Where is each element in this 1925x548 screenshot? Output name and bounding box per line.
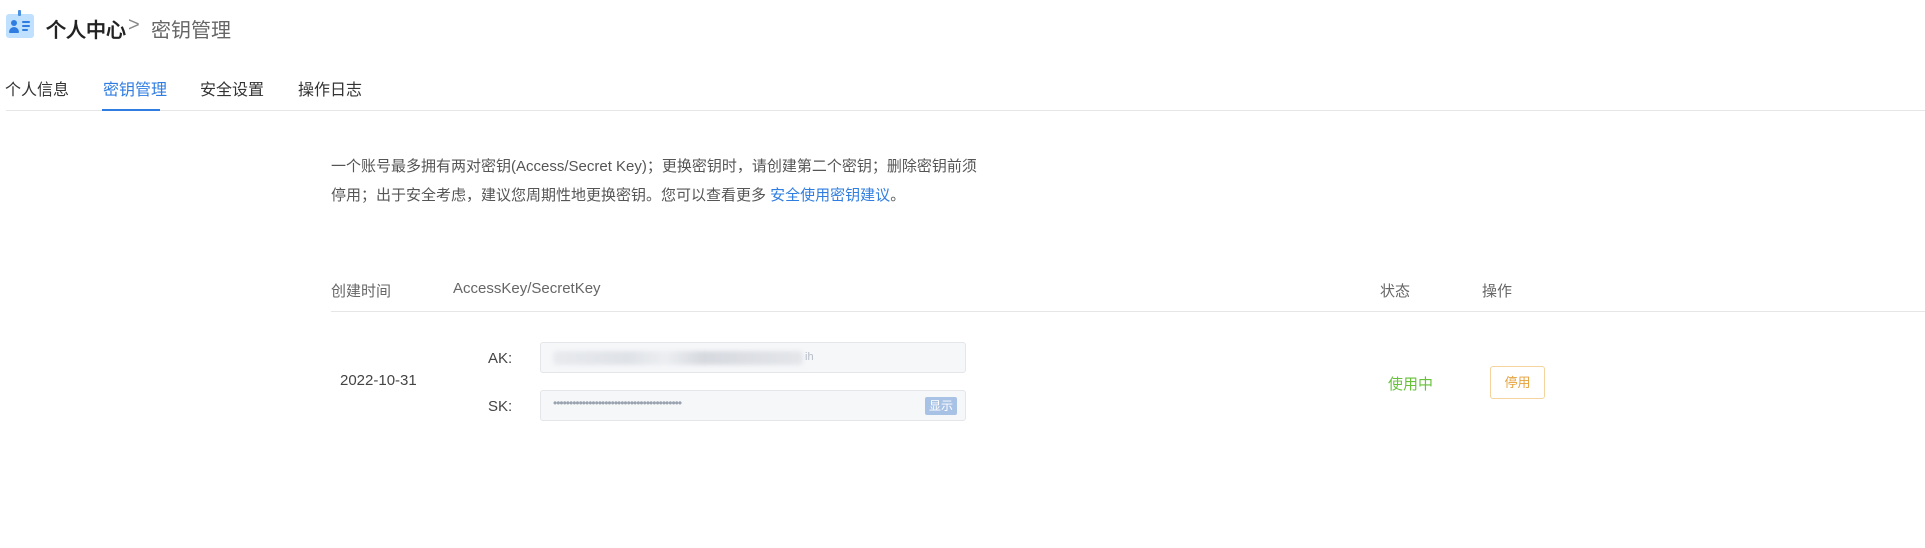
- tab-key-management[interactable]: 密钥管理: [103, 76, 167, 100]
- show-secret-button[interactable]: 显示: [924, 397, 957, 415]
- disable-key-button[interactable]: 停用: [1490, 366, 1545, 399]
- id-card-icon: [6, 10, 34, 38]
- ak-label: AK:: [488, 350, 513, 367]
- sk-masked-value: ••••••••••••••••••••••••••••••••••••••••: [553, 396, 682, 410]
- notice-suffix: 。: [890, 187, 906, 204]
- tab-security-settings[interactable]: 安全设置: [200, 76, 264, 100]
- key-security-advice-link[interactable]: 安全使用密钥建议: [770, 187, 890, 204]
- table-header-divider: [331, 311, 1925, 312]
- ak-field[interactable]: ih: [540, 342, 966, 373]
- column-header-action: 操作: [1482, 283, 1513, 300]
- tab-personal-info[interactable]: 个人信息: [5, 76, 69, 100]
- created-date: 2022-10-31: [340, 372, 417, 389]
- active-tab-indicator: [102, 109, 160, 111]
- key-notice: 一个账号最多拥有两对密钥(Access/Secret Key)；更换密钥时，请创…: [331, 152, 981, 210]
- chevron-right-icon: >: [128, 14, 140, 36]
- sk-field[interactable]: ••••••••••••••••••••••••••••••••••••••••…: [540, 390, 966, 421]
- tab-bar: [0, 64, 1925, 112]
- sk-label: SK:: [488, 398, 513, 415]
- column-header-keys: AccessKey/SecretKey: [453, 280, 601, 297]
- column-header-created: 创建时间: [331, 283, 392, 300]
- ak-value-tail: ih: [805, 351, 814, 363]
- page-header: 个人中心 > 密钥管理: [0, 0, 1925, 60]
- tab-divider: [6, 110, 1925, 111]
- column-header-status: 状态: [1380, 283, 1411, 300]
- status-badge: 使用中: [1388, 376, 1434, 393]
- tab-operation-log[interactable]: 操作日志: [298, 76, 362, 100]
- ak-redacted-value: [553, 351, 803, 365]
- breadcrumb-root[interactable]: 个人中心: [46, 14, 126, 43]
- breadcrumb-current: 密钥管理: [151, 20, 231, 42]
